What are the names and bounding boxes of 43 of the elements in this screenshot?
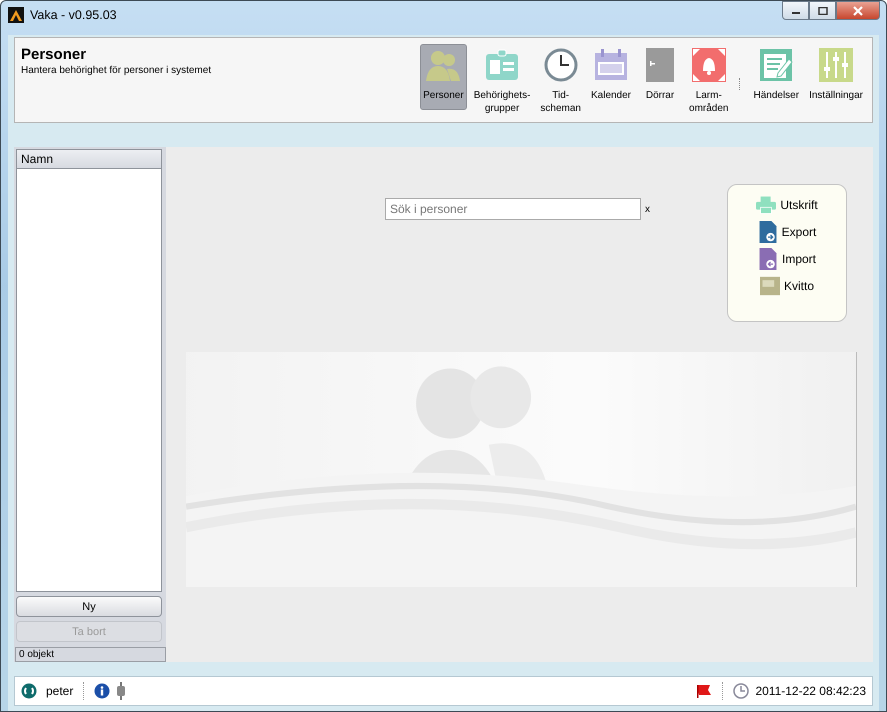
maximize-button[interactable] [809, 1, 836, 20]
calendar-icon [593, 47, 629, 83]
toolbar-button[interactable]: Kalender [588, 44, 634, 105]
page-subtitle: Hantera behörighet för personer i systemet [21, 65, 212, 76]
clear-search-button[interactable]: x [641, 204, 654, 214]
page-title: Personer [21, 46, 88, 63]
action-button[interactable]: Import [756, 247, 817, 271]
clock-icon [733, 683, 750, 700]
clock-icon [542, 47, 579, 83]
toolbar-button[interactable]: Larm- områden [686, 44, 732, 118]
minimize-button[interactable] [782, 1, 809, 20]
action-button[interactable]: Utskrift [755, 193, 819, 217]
action-button[interactable]: Export [756, 220, 818, 244]
notepad-pen-icon [758, 47, 794, 83]
document-arrow-icon [758, 221, 778, 243]
date-time: 2011-12-22 08:42:23 [755, 684, 866, 698]
close-icon [853, 6, 863, 16]
toolbar-button[interactable]: Inställningar [806, 44, 866, 105]
refresh-icon [21, 683, 37, 700]
info-icon[interactable] [94, 683, 110, 700]
document-arrow-icon [758, 248, 778, 270]
toolbar-button[interactable]: Behörighets- grupper [470, 44, 534, 118]
close-button[interactable] [836, 1, 880, 20]
maximize-icon [818, 6, 828, 14]
connector-icon [116, 682, 126, 700]
user-name: peter [46, 684, 74, 698]
app-logo-icon [8, 7, 24, 23]
id-card-icon [484, 47, 520, 83]
toolbar-button[interactable]: Tid- scheman [537, 44, 584, 118]
column-header[interactable]: Namn [17, 150, 161, 169]
window-title: Vaka - v0.95.03 [30, 8, 117, 22]
sliders-icon [818, 47, 854, 83]
toolbar-button[interactable]: Dörrar [638, 44, 682, 105]
item-count: 0 objekt [15, 647, 166, 662]
search-field[interactable]: Sök i personer [385, 198, 641, 220]
toolbar-button[interactable]: Personer [420, 44, 467, 110]
bell-arrows-icon [690, 47, 727, 83]
list-action-button[interactable]: Ny [16, 596, 162, 618]
toolbar-button[interactable]: Händelser [750, 44, 802, 105]
flag-icon [696, 683, 712, 700]
receipt-icon [760, 275, 780, 297]
printer-icon [756, 194, 776, 216]
action-button[interactable]: Kvitto [758, 274, 815, 298]
